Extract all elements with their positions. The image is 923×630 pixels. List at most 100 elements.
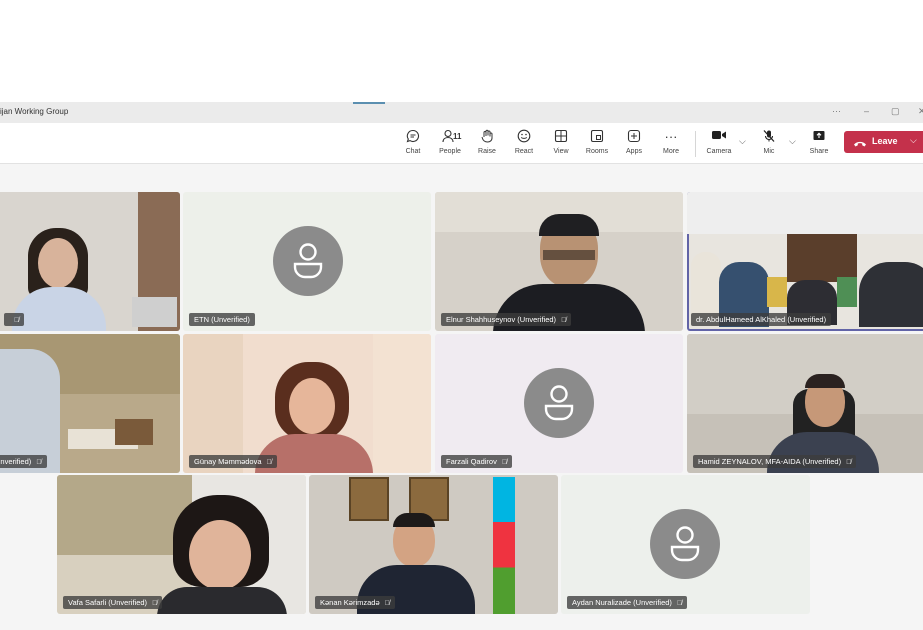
video-tile[interactable]: Elnur Shahhuseynov (Unverified) 🎙̸ <box>435 192 683 331</box>
flag-shape <box>837 277 857 307</box>
mic-muted-icon: 🎙̸ <box>36 459 42 466</box>
mic-muted-icon: 🎙̸ <box>846 459 852 466</box>
mic-muted-icon: 🎙̸ <box>14 317 20 324</box>
apps-label: Apps <box>626 148 642 155</box>
shirt-shape <box>157 587 287 614</box>
camera-button[interactable]: Camera <box>702 129 736 155</box>
video-tile[interactable]: dr. AbdulHameed AlKhaled (Unverified) <box>687 192 923 331</box>
person-icon <box>524 368 594 438</box>
mic-muted-icon: 🎙̸ <box>676 600 683 607</box>
people-count: 11 <box>453 132 462 141</box>
mic-options-chevron-icon[interactable]: ⌵ <box>789 136 796 147</box>
view-icon <box>544 129 578 145</box>
papers-background <box>132 297 177 327</box>
react-button[interactable]: React <box>507 129 541 155</box>
participant-name-tag: 🎙̸ <box>4 313 25 326</box>
restore-icon[interactable]: ▢ <box>891 106 900 117</box>
face-shape <box>289 378 335 434</box>
video-tile[interactable]: 🎙̸ <box>0 192 180 331</box>
more-icon: ··· <box>664 129 678 144</box>
participant-name-tag: Vafa Safarli (Unverified) 🎙̸ <box>63 596 163 609</box>
window-more-icon[interactable]: ··· <box>832 106 841 116</box>
titlebar-accent <box>353 102 385 104</box>
participant-name-tag: Unverified)🎙̸ <box>0 455 47 468</box>
video-tile[interactable]: Farzali Qadirov 🎙̸ <box>435 334 683 473</box>
video-tile[interactable]: Hamid ZEYNALOV, MFA-AIDA (Unverified) 🎙̸ <box>687 334 923 473</box>
react-icon <box>507 129 541 145</box>
camera-options-chevron-icon[interactable]: ⌵ <box>739 136 746 147</box>
rooms-icon <box>580 129 614 145</box>
chat-icon <box>396 129 430 145</box>
person-shape <box>691 252 721 322</box>
react-label: React <box>514 148 534 155</box>
mic-muted-icon: 🎙̸ <box>501 459 508 466</box>
apps-icon <box>617 129 651 145</box>
window-title: ijan Working Group <box>0 107 69 116</box>
view-button[interactable]: View <box>544 129 578 155</box>
more-label: More <box>663 148 679 155</box>
leave-button[interactable]: Leave ⌵ <box>844 131 923 153</box>
apps-button[interactable]: Apps <box>617 129 651 155</box>
mic-muted-icon: 🎙̸ <box>152 600 158 607</box>
participant-name-tag: Elnur Shahhuseynov (Unverified) 🎙̸ <box>441 313 572 326</box>
person-icon <box>273 226 343 296</box>
ceiling-background <box>687 192 923 234</box>
hair-shape <box>393 513 435 527</box>
video-tile[interactable]: Günay Məmmədova 🎙̸ <box>183 334 431 473</box>
more-button[interactable]: ··· More <box>654 129 688 155</box>
video-gallery: 🎙̸ ETN (Unverified) Elnur Shahhuseynov (… <box>0 164 923 630</box>
rooms-button[interactable]: Rooms <box>580 129 614 155</box>
mic-muted-icon: 🎙̸ <box>561 317 567 324</box>
glasses-shape <box>543 250 595 260</box>
raise-button[interactable]: Raise <box>470 129 504 155</box>
flag-shape <box>767 277 787 307</box>
face-shape <box>189 520 251 590</box>
toolbar-separator <box>695 131 696 157</box>
cabinet-background <box>787 234 857 282</box>
participant-name-tag: Günay Məmmədova 🎙̸ <box>189 455 277 468</box>
person-shape <box>859 262 923 327</box>
camera-label: Camera <box>706 148 732 155</box>
video-tile[interactable]: Vafa Safarli (Unverified) 🎙̸ <box>57 475 306 614</box>
video-tile[interactable]: ETN (Unverified) <box>183 192 431 331</box>
people-button[interactable]: 11 People <box>433 129 467 155</box>
window-titlebar: ijan Working Group ··· – ▢ ✕ <box>0 102 923 123</box>
raise-hand-icon <box>470 129 504 145</box>
face-shape <box>38 238 78 288</box>
video-tile[interactable]: Kənan Kərimzadə 🎙̸ <box>309 475 558 614</box>
hair-shape <box>539 214 599 236</box>
share-button[interactable]: Share <box>802 129 836 155</box>
people-label: People <box>439 148 461 155</box>
leave-options-chevron-icon[interactable]: ⌵ <box>910 135 917 146</box>
raise-label: Raise <box>478 148 496 155</box>
meeting-toolbar: Chat 11 People Raise React View Rooms Ap… <box>0 123 923 164</box>
phone-icon <box>853 136 867 154</box>
window-background <box>373 334 431 473</box>
video-tile[interactable]: Aydan Nuralizade (Unverified) 🎙̸ <box>561 475 810 614</box>
mic-off-icon <box>752 129 786 145</box>
curtain-background <box>183 334 243 473</box>
hair-shape <box>805 374 845 388</box>
chat-button[interactable]: Chat <box>396 129 430 155</box>
wall-background <box>57 475 192 555</box>
minimize-icon[interactable]: – <box>864 106 869 116</box>
rooms-label: Rooms <box>585 148 609 155</box>
mic-muted-icon: 🎙̸ <box>266 459 272 466</box>
participant-name-tag: Kənan Kərimzadə 🎙̸ <box>315 596 395 609</box>
mic-muted-icon: 🎙̸ <box>384 600 390 607</box>
participant-name-tag: dr. AbdulHameed AlKhaled (Unverified) <box>691 313 832 326</box>
close-icon[interactable]: ✕ <box>918 106 923 117</box>
person-icon <box>650 509 720 579</box>
azerbaijan-flag <box>493 477 515 614</box>
mic-label: Mic <box>763 148 775 155</box>
mic-button[interactable]: Mic <box>752 129 786 155</box>
chat-label: Chat <box>405 148 421 155</box>
share-label: Share <box>809 148 829 155</box>
people-icon: 11 <box>433 129 467 145</box>
participant-name-tag: Hamid ZEYNALOV, MFA-AIDA (Unverified) 🎙̸ <box>693 455 857 468</box>
participant-name-tag: Farzali Qadirov 🎙̸ <box>441 455 513 468</box>
shirt-shape <box>12 287 106 331</box>
frame-shape <box>115 419 153 445</box>
view-label: View <box>553 148 569 155</box>
video-tile[interactable]: Unverified)🎙̸ <box>0 334 180 473</box>
